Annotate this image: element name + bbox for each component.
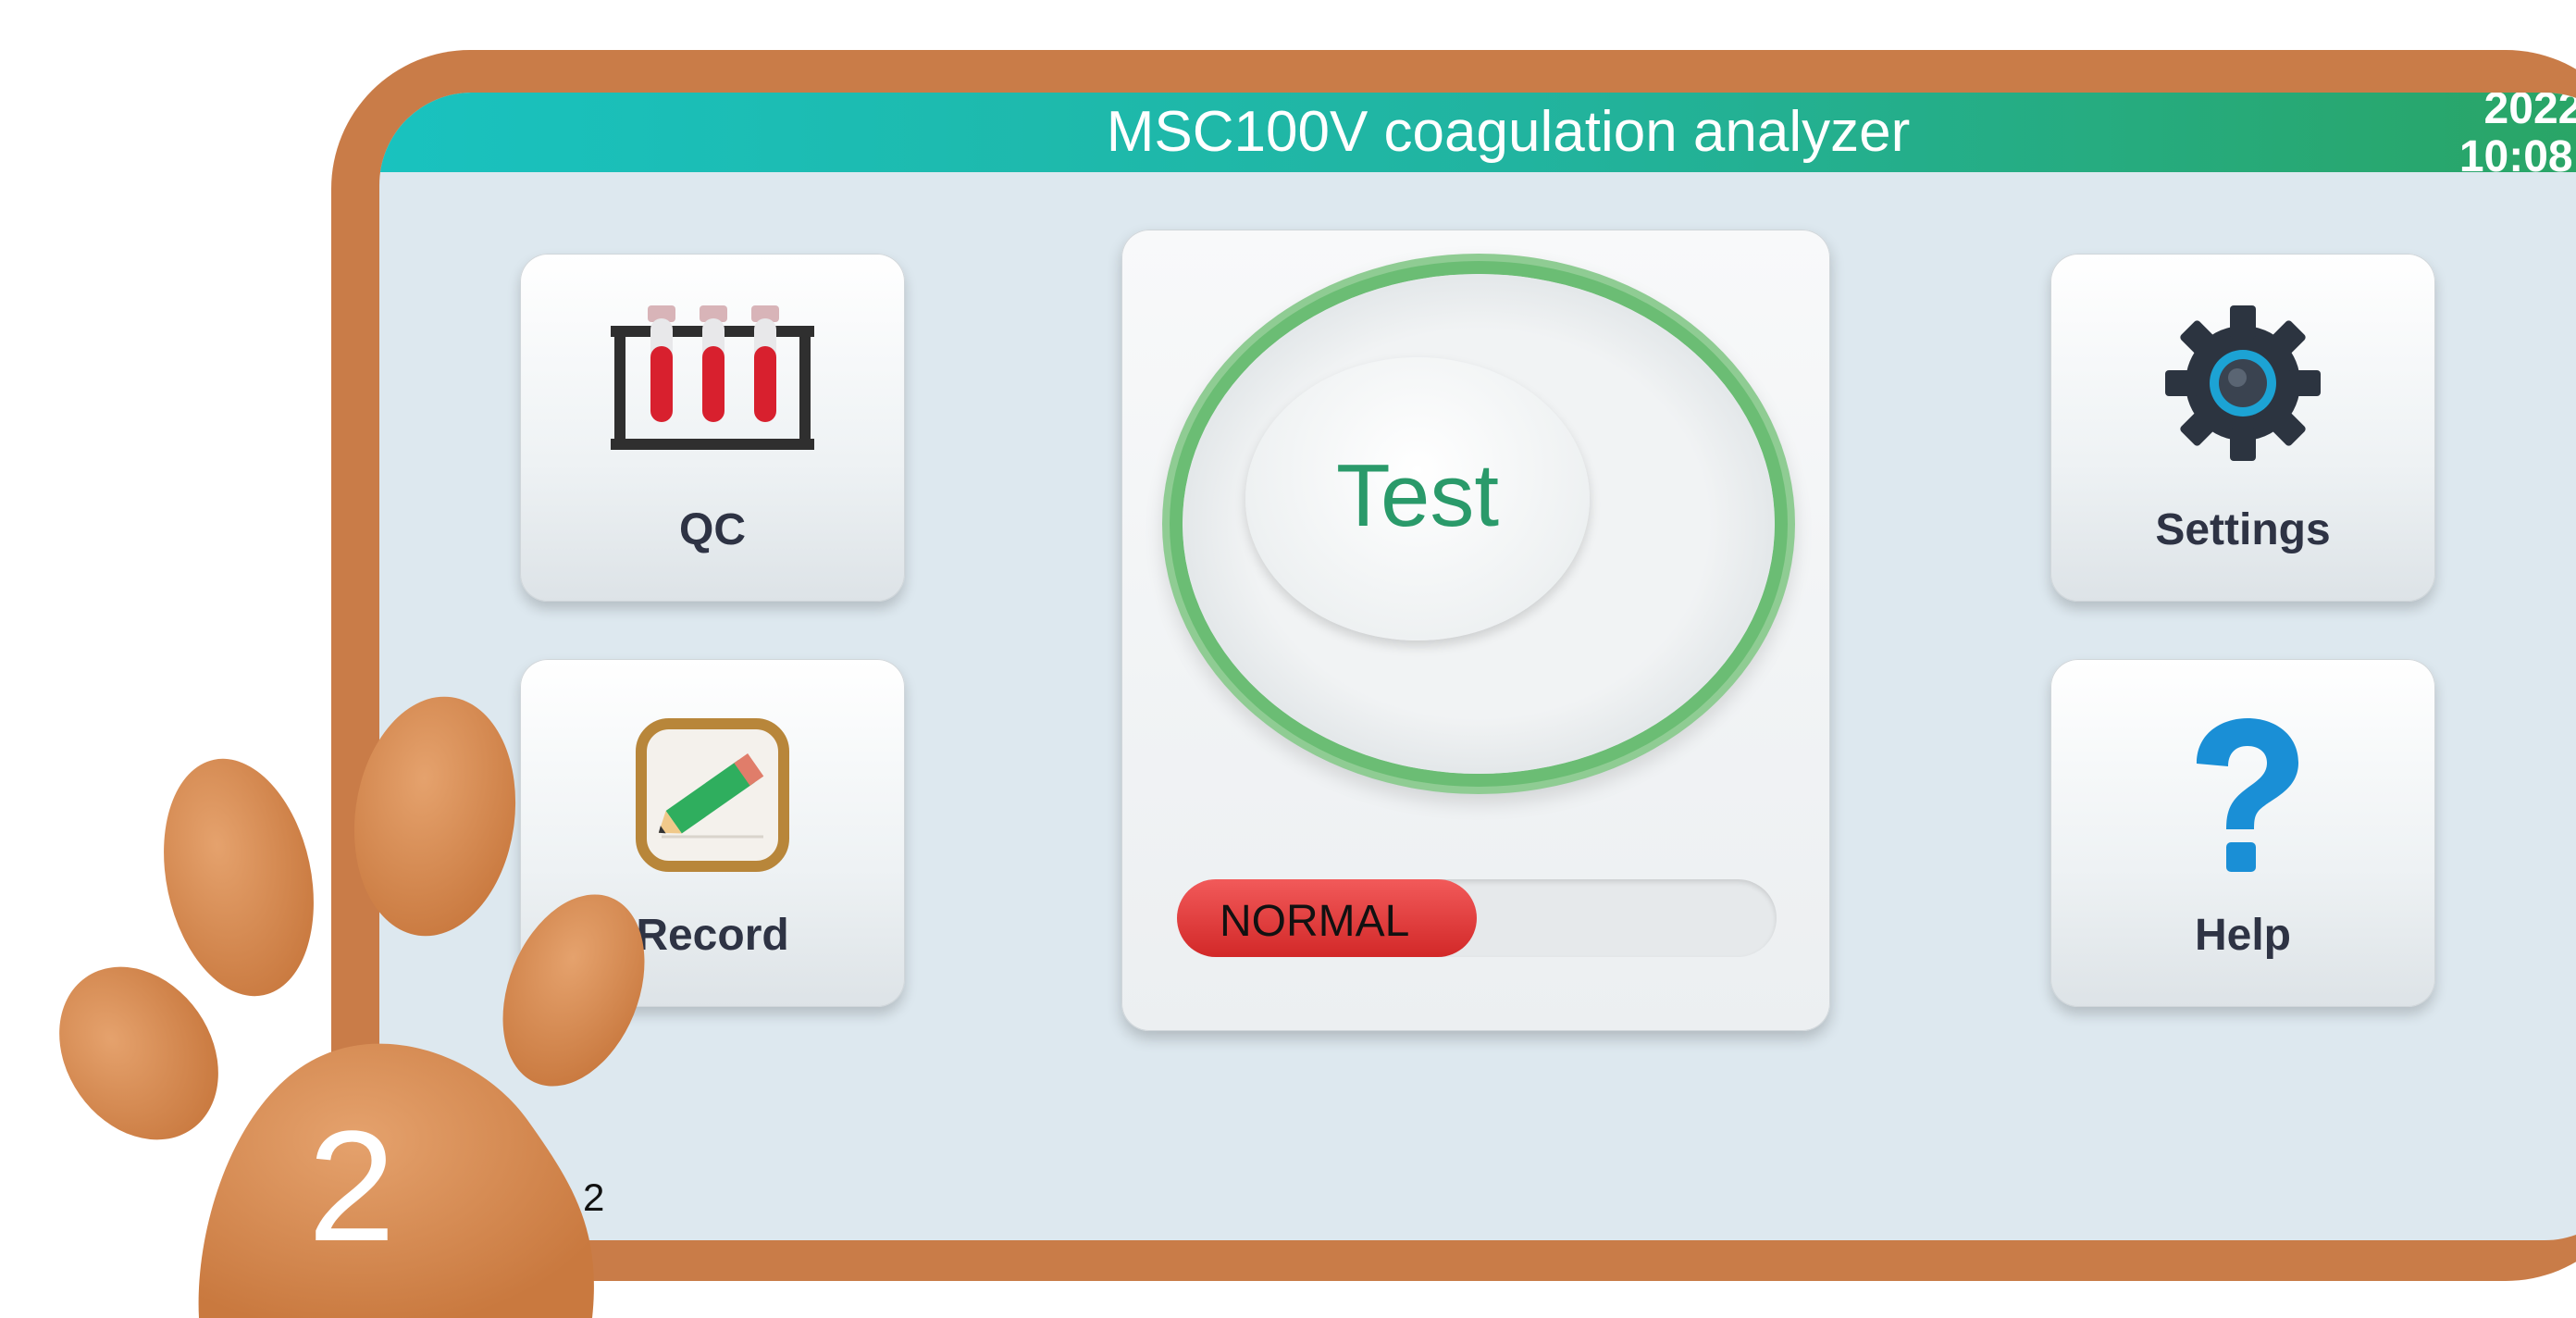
- paw-icon: 2: [59, 696, 645, 1318]
- step-number: 2: [308, 1099, 396, 1274]
